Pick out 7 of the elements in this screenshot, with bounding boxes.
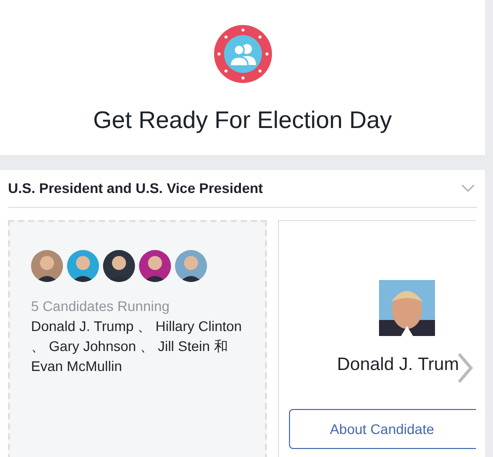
section-title: U.S. President and U.S. Vice President [8,179,263,198]
people-badge-icon [214,25,272,83]
candidate-count: 5 Candidates Running [31,297,171,316]
candidate-names: Donald J. Trump 、 Hillary Clinton 、 Gary Johnson 、 Jill Stein 和 Evan McMullin [31,317,243,376]
about-candidate-button[interactable]: About Candidate [289,409,476,449]
page-title: Get Ready For Election Day [93,106,392,136]
candidate-name: Donald J. Trum [337,353,460,376]
